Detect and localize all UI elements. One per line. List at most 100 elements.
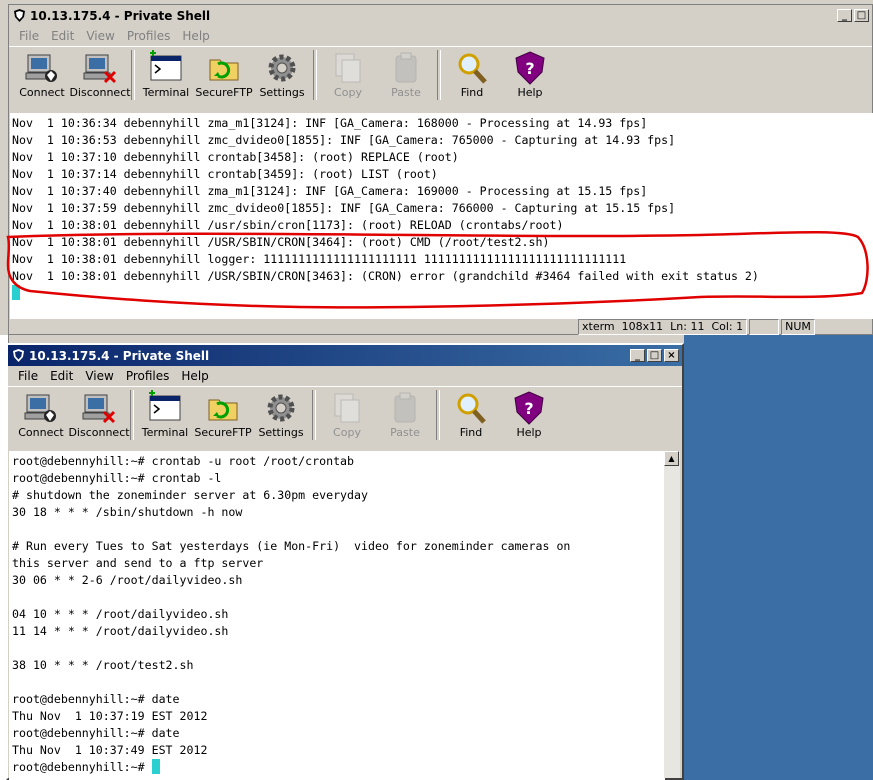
menu-file[interactable]: File: [12, 369, 44, 383]
terminal-line: 30 06 * * 2-6 /root/dailyvideo.sh: [12, 573, 243, 587]
toolbar-label: Help: [516, 426, 542, 439]
scroll-up-arrow[interactable]: ▲: [664, 451, 679, 466]
toolbar-find-button[interactable]: Find: [442, 387, 500, 439]
menu-view[interactable]: View: [79, 369, 119, 383]
toolbar-terminal-button[interactable]: Terminal: [137, 47, 195, 99]
toolbar-label: Connect: [18, 426, 64, 439]
toolbar-copy-button: Copy: [318, 387, 376, 439]
terminal-line: 11 14 * * * /root/dailyvideo.sh: [12, 624, 229, 638]
status-empty: [749, 319, 780, 335]
toolbar-paste-button: Paste: [376, 387, 434, 439]
toolbar-label: Connect: [19, 86, 65, 99]
bottom-titlebar[interactable]: 10.13.175.4 - Private Shell _ □ ×: [8, 345, 682, 366]
terminal-line: 04 10 * * * /root/dailyvideo.sh: [12, 607, 229, 621]
menu-edit[interactable]: Edit: [45, 29, 80, 43]
close-button[interactable]: ×: [664, 349, 679, 362]
toolbar-help-button[interactable]: ? Help: [500, 387, 558, 439]
menu-help[interactable]: Help: [175, 369, 214, 383]
terminal-line: Thu Nov 1 10:37:49 EST 2012: [12, 743, 208, 757]
toolbar-separator: [130, 390, 134, 440]
terminal-line: Nov 1 10:37:14 debennyhill crontab[3459]…: [12, 167, 438, 181]
shield-icon: [11, 349, 25, 363]
toolbar-label: Paste: [390, 426, 420, 439]
terminal-line: this server and send to a ftp server: [12, 556, 264, 570]
toolbar-label: Terminal: [141, 426, 189, 439]
toolbar-disconnect-button[interactable]: Disconnect: [68, 387, 130, 439]
terminal-icon: [147, 390, 183, 426]
toolbar-connect-button[interactable]: Connect: [12, 387, 70, 439]
terminal-line: 38 10 * * * /root/test2.sh: [12, 658, 194, 672]
minimize-button[interactable]: _: [837, 9, 852, 22]
toolbar-label: Disconnect: [68, 426, 130, 439]
toolbar-copy-button: Copy: [319, 47, 377, 99]
window-title: 10.13.175.4 - Private Shell: [30, 8, 211, 23]
secureftp-icon: [206, 50, 242, 86]
menu-view[interactable]: View: [80, 29, 120, 43]
red-highlight-annotation: [6, 230, 869, 309]
terminal-line: Nov 1 10:36:34 debennyhill zma_m1[3124]:…: [12, 116, 648, 130]
copy-icon: [329, 390, 365, 426]
find-icon: [454, 50, 490, 86]
terminal-line: Thu Nov 1 10:37:19 EST 2012: [12, 709, 208, 723]
copy-icon: [330, 50, 366, 86]
find-icon: [453, 390, 489, 426]
terminal-line: Nov 1 10:37:40 debennyhill zma_m1[3124]:…: [12, 184, 648, 198]
toolbar-label: Paste: [391, 86, 421, 99]
menu-profiles[interactable]: Profiles: [121, 29, 177, 43]
status-size: 108x11: [621, 320, 664, 333]
connect-icon: [24, 50, 60, 86]
menu-file[interactable]: File: [13, 29, 45, 43]
paste-icon: [387, 390, 423, 426]
menu-profiles[interactable]: Profiles: [120, 369, 176, 383]
terminal-line: 30 18 * * * /sbin/shutdown -h now: [12, 505, 243, 519]
disconnect-icon: [82, 50, 118, 86]
menu-help[interactable]: Help: [176, 29, 215, 43]
toolbar-settings-button[interactable]: Settings: [252, 387, 310, 439]
terminal-line: root@debennyhill:~# date: [12, 692, 180, 706]
menu-edit[interactable]: Edit: [44, 369, 79, 383]
toolbar-label: Settings: [258, 426, 304, 439]
connect-icon: [23, 390, 59, 426]
terminal-line: Nov 1 10:37:59 debennyhill zmc_dvideo0[1…: [12, 201, 676, 215]
toolbar-find-button[interactable]: Find: [443, 47, 501, 99]
svg-text:?: ?: [525, 59, 534, 78]
toolbar-connect-button[interactable]: Connect: [13, 47, 71, 99]
toolbar-label: Disconnect: [69, 86, 131, 99]
terminal-line: root@debennyhill:~# crontab -l: [12, 471, 222, 485]
terminal-line: root@debennyhill:~#: [12, 759, 665, 776]
toolbar-separator: [312, 390, 316, 440]
status-num: NUM: [781, 319, 815, 335]
toolbar-label: SecureFTP: [195, 86, 253, 99]
toolbar-paste-button: Paste: [377, 47, 435, 99]
toolbar-help-button[interactable]: ? Help: [501, 47, 559, 99]
terminal-line: root@debennyhill:~# date: [12, 726, 180, 740]
top-titlebar[interactable]: 10.13.175.4 - Private Shell _ □: [9, 5, 872, 26]
toolbar-secureftp-button[interactable]: SecureFTP: [194, 387, 252, 439]
status-col: Col: 1: [711, 320, 744, 333]
toolbar-label: Copy: [333, 426, 361, 439]
terminal-line: # shutdown the zoneminder server at 6.30…: [12, 488, 368, 502]
minimize-button[interactable]: _: [630, 349, 645, 362]
toolbar-label: Find: [460, 86, 484, 99]
toolbar-terminal-button[interactable]: Terminal: [136, 387, 194, 439]
toolbar-label: SecureFTP: [194, 426, 252, 439]
secureftp-icon: [205, 390, 241, 426]
toolbar-settings-button[interactable]: Settings: [253, 47, 311, 99]
bottom-terminal-output[interactable]: root@debennyhill:~# crontab -u root /roo…: [9, 451, 665, 780]
maximize-button[interactable]: □: [647, 349, 662, 362]
status-term-type: xterm 108x11 Ln: 11 Col: 1: [578, 319, 748, 335]
toolbar-secureftp-button[interactable]: SecureFTP: [195, 47, 253, 99]
bottom-scrollbar[interactable]: ▲: [664, 451, 680, 778]
toolbar-label: Settings: [259, 86, 305, 99]
maximize-button[interactable]: □: [854, 9, 869, 22]
window-title: 10.13.175.4 - Private Shell: [29, 348, 210, 363]
paste-icon: [388, 50, 424, 86]
gear-icon: [264, 50, 300, 86]
bottom-toolbar: Connect Disconnect Terminal SecureFTP Settin…: [8, 386, 682, 444]
disconnect-icon: [81, 390, 117, 426]
toolbar-label: Copy: [334, 86, 362, 99]
toolbar-disconnect-button[interactable]: Disconnect: [69, 47, 131, 99]
terminal-line: Nov 1 10:36:53 debennyhill zmc_dvideo0[1…: [12, 133, 676, 147]
